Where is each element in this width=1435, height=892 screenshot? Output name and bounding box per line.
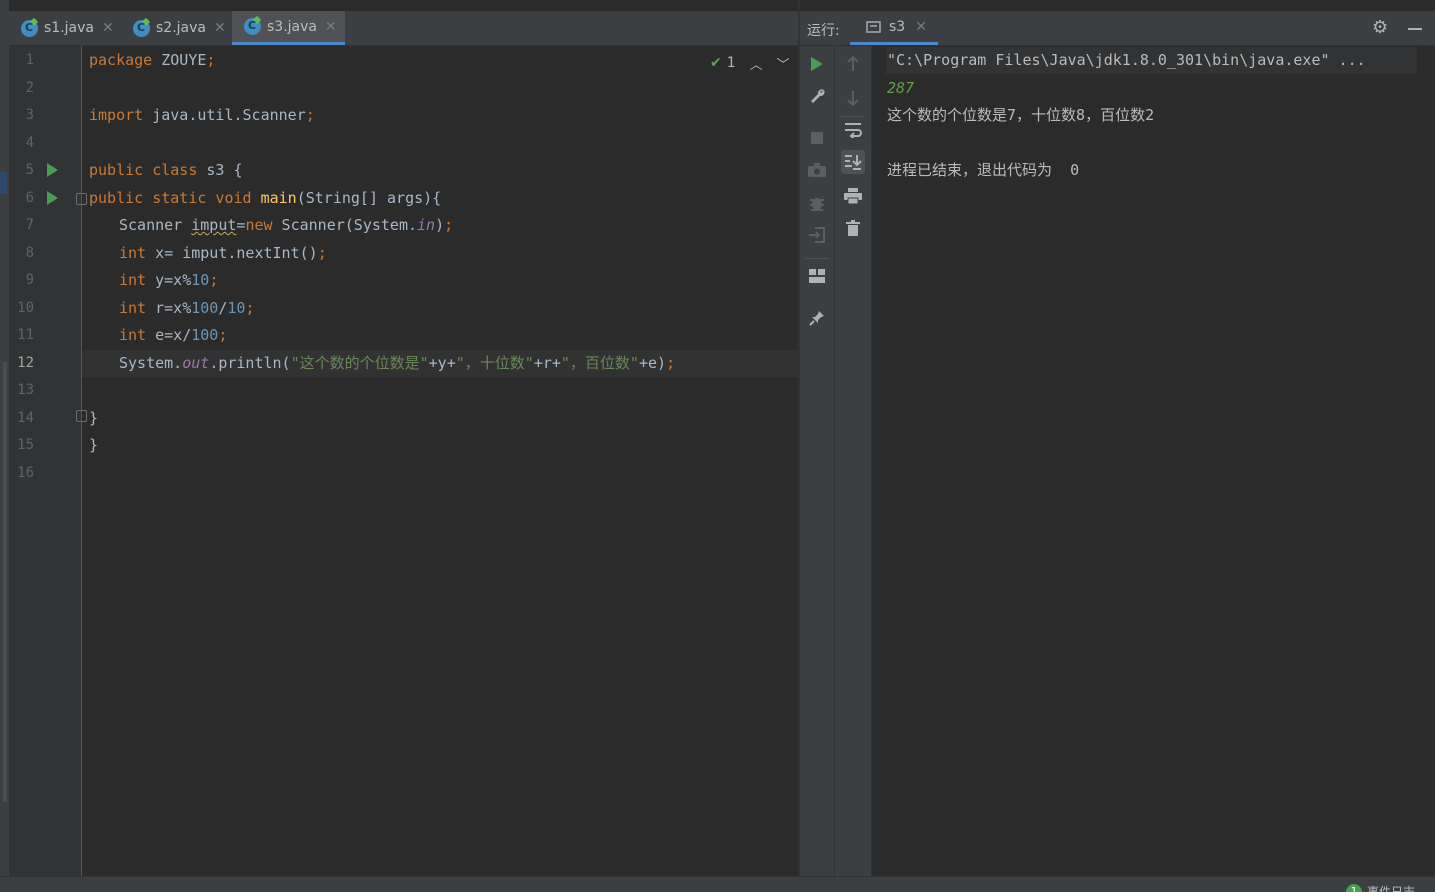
run-tab-label: s3	[889, 18, 906, 35]
run-class-icon[interactable]	[47, 163, 58, 177]
code-line-7: Scanner imput=new Scanner(System.in);	[119, 216, 454, 234]
toolbar-separator	[805, 258, 829, 259]
exit-icon[interactable]	[805, 223, 829, 247]
gear-icon[interactable]: ⚙	[1372, 17, 1388, 38]
event-log-label: 事件日志	[1367, 885, 1416, 892]
code-line-15: }	[89, 436, 99, 454]
line-number: 11	[17, 327, 34, 343]
down-arrow-icon[interactable]	[841, 86, 865, 110]
inspection-count: 1	[726, 55, 736, 71]
toolbar-separator	[840, 116, 864, 117]
code-line-6: public static void main(String[] args){	[89, 189, 442, 207]
tab-s3-java[interactable]: s3.java ✕	[232, 11, 345, 45]
java-class-icon	[133, 19, 150, 37]
print-icon[interactable]	[841, 184, 865, 208]
status-bar: 1 事件日志	[0, 876, 1435, 892]
run-toolbar-secondary	[835, 46, 872, 876]
console-icon	[866, 20, 881, 33]
event-log-button[interactable]: 1 事件日志	[1346, 883, 1415, 892]
pin-icon[interactable]	[805, 306, 829, 330]
console-command-line: "C:\Program Files\Java\jdk1.8.0_301\bin\…	[886, 47, 1417, 74]
line-number: 6	[25, 190, 34, 206]
close-icon[interactable]: ✕	[915, 19, 927, 35]
left-tool-strip	[0, 0, 9, 876]
code-line-8: int x= imput.nextInt();	[119, 244, 327, 262]
up-arrow-icon[interactable]	[841, 52, 865, 76]
line-number: 10	[17, 300, 34, 316]
inspection-widget[interactable]: ✔ 1 ︿ ﹀	[710, 52, 790, 74]
unused-variable-warning: imput	[191, 216, 237, 234]
code-line-3: import java.util.Scanner;	[89, 106, 315, 124]
line-number: 8	[25, 245, 34, 261]
code-line-14: }	[89, 409, 99, 427]
tab-label: s1.java	[44, 20, 94, 36]
line-number: 4	[25, 135, 34, 151]
line-number-current: 12	[17, 355, 34, 371]
rerun-icon[interactable]	[805, 52, 829, 76]
trash-icon[interactable]	[841, 216, 865, 240]
run-panel-header: 运行: s3 ✕ ⚙	[800, 11, 1435, 46]
line-number: 15	[17, 437, 34, 453]
run-toolbar-primary	[800, 46, 835, 876]
event-count-badge: 1	[1346, 883, 1362, 892]
code-line-12: System.out.println("这个数的个位数是"+y+"，十位数"+r…	[82, 350, 798, 377]
console-exit-line: 进程已结束，退出代码为 0	[887, 161, 1080, 179]
chevron-down-icon[interactable]: ﹀	[777, 54, 790, 73]
line-number: 2	[25, 80, 34, 96]
editor-gutter[interactable]: 1 2 3 4 5 6 7 8 9 10 11 12 13 14 15 16	[9, 46, 87, 876]
line-number: 9	[25, 272, 34, 288]
tab-label: s2.java	[156, 20, 206, 36]
tab-s1-java[interactable]: s1.java ✕	[9, 11, 120, 45]
run-tab-s3[interactable]: s3 ✕	[850, 11, 938, 45]
line-number: 14	[17, 410, 34, 426]
code-line-9: int y=x%10;	[119, 271, 219, 289]
code-line-11: int e=x/100;	[119, 326, 228, 344]
line-number: 5	[25, 162, 34, 178]
console-user-input: 287	[887, 79, 915, 97]
editor-pane: s1.java ✕ s2.java ✕ s3.java ✕ 1 2 3 4 5 …	[0, 0, 798, 876]
stop-icon[interactable]	[805, 126, 829, 150]
debug-icon[interactable]	[805, 191, 829, 215]
scroll-to-end-icon[interactable]	[841, 150, 865, 174]
layout-icon[interactable]	[805, 264, 829, 288]
console-output[interactable]: "C:\Program Files\Java\jdk1.8.0_301\bin\…	[872, 46, 1435, 876]
close-icon[interactable]: ✕	[325, 19, 337, 35]
soft-wrap-icon[interactable]	[841, 118, 865, 142]
editor-tab-bar: s1.java ✕ s2.java ✕ s3.java ✕	[9, 11, 798, 46]
tab-label: s3.java	[267, 18, 317, 35]
java-class-icon	[244, 18, 261, 35]
tool-strip-scrollbar[interactable]	[3, 362, 7, 802]
line-number: 13	[17, 382, 34, 398]
close-icon[interactable]: ✕	[102, 20, 114, 36]
structure-marker[interactable]	[0, 172, 7, 194]
code-line-10: int r=x%100/10;	[119, 299, 255, 317]
java-class-icon	[21, 19, 38, 37]
check-icon: ✔	[710, 55, 722, 71]
tab-s2-java[interactable]: s2.java ✕	[121, 11, 232, 45]
line-number: 16	[17, 465, 34, 481]
line-number: 3	[25, 107, 34, 123]
line-number: 7	[25, 217, 34, 233]
line-number: 1	[25, 52, 34, 68]
code-line-5: public class s3 {	[89, 161, 243, 179]
run-label: 运行:	[807, 23, 840, 39]
console-output-line: 这个数的个位数是7，十位数8，百位数2	[887, 106, 1155, 124]
chevron-up-icon[interactable]: ︿	[750, 54, 763, 73]
wrench-icon[interactable]	[805, 84, 829, 108]
camera-icon[interactable]	[805, 158, 829, 182]
code-line-1: package ZOUYE;	[89, 51, 216, 69]
close-icon[interactable]: ✕	[214, 20, 226, 36]
code-area[interactable]: package ZOUYE; import java.util.Scanner;…	[82, 46, 798, 876]
minimize-icon[interactable]	[1408, 28, 1422, 30]
run-main-icon[interactable]	[47, 191, 58, 205]
